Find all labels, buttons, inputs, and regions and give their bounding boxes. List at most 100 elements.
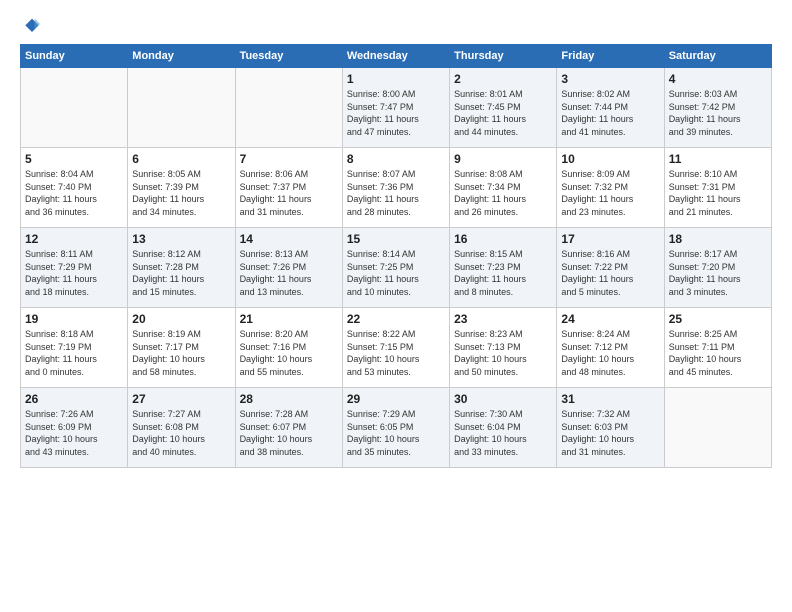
day-number: 16 xyxy=(454,232,552,246)
cell-line: Sunrise: 8:05 AM xyxy=(132,168,230,181)
day-number: 30 xyxy=(454,392,552,406)
day-number: 4 xyxy=(669,72,767,86)
calendar-cell: 28Sunrise: 7:28 AMSunset: 6:07 PMDayligh… xyxy=(235,388,342,468)
calendar-cell: 19Sunrise: 8:18 AMSunset: 7:19 PMDayligh… xyxy=(21,308,128,388)
cell-line: Daylight: 11 hours xyxy=(561,193,659,206)
calendar-week-4: 19Sunrise: 8:18 AMSunset: 7:19 PMDayligh… xyxy=(21,308,772,388)
calendar-cell: 3Sunrise: 8:02 AMSunset: 7:44 PMDaylight… xyxy=(557,68,664,148)
cell-line: Sunset: 7:20 PM xyxy=(669,261,767,274)
header-day-wednesday: Wednesday xyxy=(342,45,449,68)
calendar-week-1: 1Sunrise: 8:00 AMSunset: 7:47 PMDaylight… xyxy=(21,68,772,148)
day-number: 29 xyxy=(347,392,445,406)
cell-line: Sunrise: 7:26 AM xyxy=(25,408,123,421)
cell-line: Sunrise: 8:00 AM xyxy=(347,88,445,101)
cell-line: Daylight: 10 hours xyxy=(25,433,123,446)
cell-line: Sunset: 7:12 PM xyxy=(561,341,659,354)
cell-line: and 8 minutes. xyxy=(454,286,552,299)
cell-line: Sunrise: 8:16 AM xyxy=(561,248,659,261)
logo-icon xyxy=(20,16,40,36)
cell-line: Sunset: 7:19 PM xyxy=(25,341,123,354)
cell-line: Sunset: 7:37 PM xyxy=(240,181,338,194)
cell-line: Sunset: 7:34 PM xyxy=(454,181,552,194)
page-container: SundayMondayTuesdayWednesdayThursdayFrid… xyxy=(0,0,792,478)
cell-line: and 43 minutes. xyxy=(25,446,123,459)
cell-line: Sunset: 7:11 PM xyxy=(669,341,767,354)
header-day-tuesday: Tuesday xyxy=(235,45,342,68)
cell-line: Sunrise: 8:10 AM xyxy=(669,168,767,181)
cell-line: and 33 minutes. xyxy=(454,446,552,459)
cell-line: and 15 minutes. xyxy=(132,286,230,299)
cell-line: and 23 minutes. xyxy=(561,206,659,219)
cell-line: Sunrise: 8:17 AM xyxy=(669,248,767,261)
calendar-cell: 10Sunrise: 8:09 AMSunset: 7:32 PMDayligh… xyxy=(557,148,664,228)
cell-line: Daylight: 10 hours xyxy=(347,353,445,366)
cell-line: Sunset: 7:13 PM xyxy=(454,341,552,354)
cell-line: and 47 minutes. xyxy=(347,126,445,139)
day-number: 19 xyxy=(25,312,123,326)
cell-line: Daylight: 11 hours xyxy=(25,193,123,206)
day-number: 12 xyxy=(25,232,123,246)
cell-line: Sunrise: 8:06 AM xyxy=(240,168,338,181)
day-number: 1 xyxy=(347,72,445,86)
cell-line: Sunset: 6:04 PM xyxy=(454,421,552,434)
cell-line: Sunrise: 8:03 AM xyxy=(669,88,767,101)
cell-line: Sunset: 7:31 PM xyxy=(669,181,767,194)
cell-line: Daylight: 11 hours xyxy=(347,193,445,206)
day-number: 21 xyxy=(240,312,338,326)
day-number: 18 xyxy=(669,232,767,246)
cell-line: Sunset: 7:36 PM xyxy=(347,181,445,194)
cell-line: Daylight: 11 hours xyxy=(240,273,338,286)
day-number: 5 xyxy=(25,152,123,166)
day-number: 3 xyxy=(561,72,659,86)
cell-line: Daylight: 11 hours xyxy=(132,193,230,206)
cell-line: and 5 minutes. xyxy=(561,286,659,299)
cell-line: Sunrise: 7:28 AM xyxy=(240,408,338,421)
cell-line: Sunrise: 8:15 AM xyxy=(454,248,552,261)
cell-line: Sunset: 7:39 PM xyxy=(132,181,230,194)
day-number: 14 xyxy=(240,232,338,246)
cell-line: Daylight: 10 hours xyxy=(240,353,338,366)
cell-line: and 28 minutes. xyxy=(347,206,445,219)
cell-line: Sunrise: 8:19 AM xyxy=(132,328,230,341)
cell-line: Sunset: 6:05 PM xyxy=(347,421,445,434)
cell-line: Sunrise: 7:32 AM xyxy=(561,408,659,421)
cell-line: and 26 minutes. xyxy=(454,206,552,219)
cell-line: Sunrise: 8:09 AM xyxy=(561,168,659,181)
calendar-cell: 11Sunrise: 8:10 AMSunset: 7:31 PMDayligh… xyxy=(664,148,771,228)
calendar-cell: 30Sunrise: 7:30 AMSunset: 6:04 PMDayligh… xyxy=(450,388,557,468)
cell-line: Daylight: 10 hours xyxy=(561,433,659,446)
calendar-cell: 23Sunrise: 8:23 AMSunset: 7:13 PMDayligh… xyxy=(450,308,557,388)
cell-line: Daylight: 11 hours xyxy=(25,273,123,286)
header-day-thursday: Thursday xyxy=(450,45,557,68)
calendar-cell xyxy=(21,68,128,148)
cell-line: Sunrise: 7:30 AM xyxy=(454,408,552,421)
day-number: 23 xyxy=(454,312,552,326)
calendar-cell: 18Sunrise: 8:17 AMSunset: 7:20 PMDayligh… xyxy=(664,228,771,308)
cell-line: and 0 minutes. xyxy=(25,366,123,379)
day-number: 28 xyxy=(240,392,338,406)
calendar-cell: 14Sunrise: 8:13 AMSunset: 7:26 PMDayligh… xyxy=(235,228,342,308)
header-day-saturday: Saturday xyxy=(664,45,771,68)
cell-line: Daylight: 11 hours xyxy=(347,113,445,126)
calendar-week-3: 12Sunrise: 8:11 AMSunset: 7:29 PMDayligh… xyxy=(21,228,772,308)
cell-line: Sunset: 6:07 PM xyxy=(240,421,338,434)
cell-line: Sunset: 7:45 PM xyxy=(454,101,552,114)
cell-line: Sunrise: 8:12 AM xyxy=(132,248,230,261)
cell-line: Sunset: 7:22 PM xyxy=(561,261,659,274)
cell-line: Sunrise: 8:14 AM xyxy=(347,248,445,261)
day-number: 7 xyxy=(240,152,338,166)
cell-line: Sunrise: 8:20 AM xyxy=(240,328,338,341)
cell-line: Daylight: 11 hours xyxy=(454,113,552,126)
cell-line: Sunset: 6:03 PM xyxy=(561,421,659,434)
cell-line: Daylight: 11 hours xyxy=(561,113,659,126)
cell-line: Sunset: 7:25 PM xyxy=(347,261,445,274)
calendar-cell: 1Sunrise: 8:00 AMSunset: 7:47 PMDaylight… xyxy=(342,68,449,148)
cell-line: Sunset: 7:42 PM xyxy=(669,101,767,114)
day-number: 13 xyxy=(132,232,230,246)
cell-line: Daylight: 11 hours xyxy=(454,273,552,286)
cell-line: and 31 minutes. xyxy=(240,206,338,219)
cell-line: Sunset: 6:08 PM xyxy=(132,421,230,434)
day-number: 9 xyxy=(454,152,552,166)
cell-line: Daylight: 10 hours xyxy=(669,353,767,366)
logo xyxy=(20,16,44,36)
